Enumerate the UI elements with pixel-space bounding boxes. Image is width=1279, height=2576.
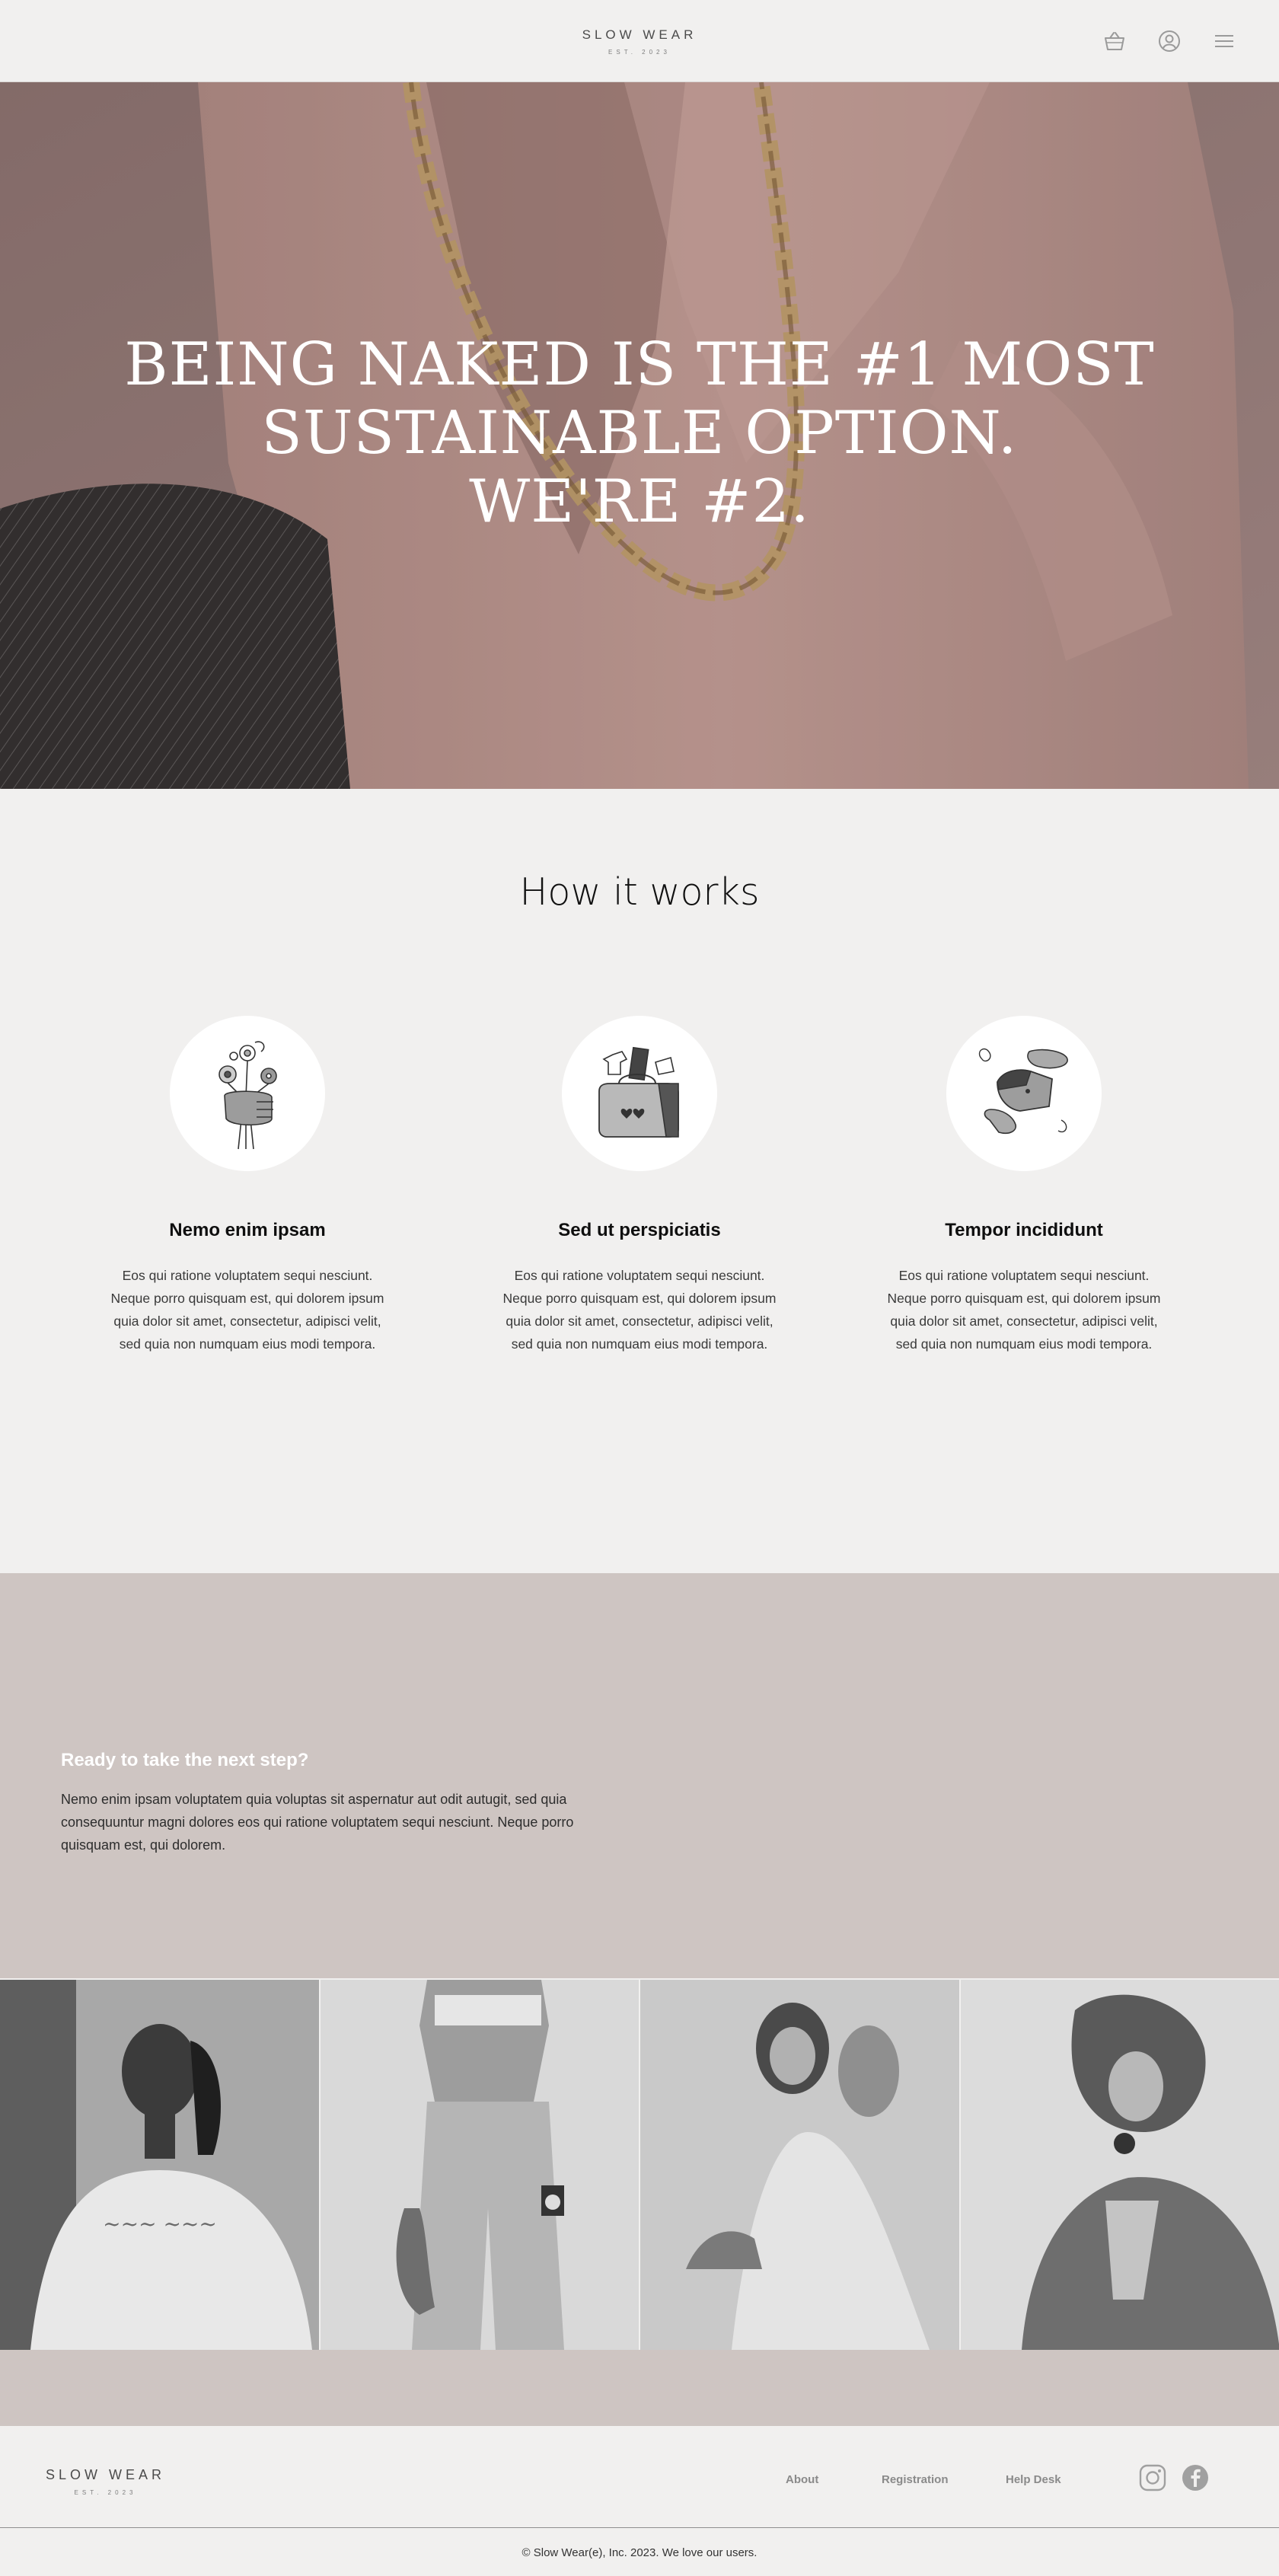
hero-line-3: WE'RE #2. — [469, 468, 810, 536]
step-icon-circle — [562, 1016, 717, 1171]
gallery-photo — [320, 1980, 639, 2350]
footer-link-about[interactable]: About — [786, 2473, 818, 2486]
site-footer: SLOW WEAR EST. 2023 About Registration H… — [0, 2426, 1279, 2576]
menu-icon[interactable] — [1212, 29, 1236, 53]
hero-headline: BEING NAKED IS THE #1 MOST SUSTAINABLE O… — [0, 330, 1279, 536]
photo-gallery: ~~~ ~~~ — [0, 1980, 1279, 2350]
step-icon-circle — [946, 1016, 1102, 1171]
step-icon-circle — [170, 1016, 325, 1171]
footer-brand-est: EST. 2023 — [74, 2489, 137, 2496]
hero-line-2: SUSTAINABLE OPTION. — [261, 399, 1018, 468]
gallery-footer-band — [0, 2350, 1279, 2426]
svg-text:~~~ ~~~: ~~~ ~~~ — [103, 2211, 217, 2236]
brand-name: SLOW WEAR — [582, 27, 697, 42]
step-card: Tempor incididunt Eos qui ratione volupt… — [864, 1016, 1184, 1355]
site-header: SLOW WEAR EST. 2023 — [0, 0, 1279, 82]
step-card: Nemo enim ipsam Eos qui ratione voluptat… — [88, 1016, 407, 1355]
step-card: Sed ut perspiciatis Eos qui ratione volu… — [480, 1016, 799, 1355]
step-title: Tempor incididunt — [945, 1220, 1103, 1240]
facebook-icon[interactable] — [1182, 2464, 1209, 2491]
gallery-photo — [640, 1980, 959, 2350]
gallery-photo — [960, 1980, 1279, 2350]
flower-bouquet-icon — [218, 1041, 277, 1150]
copyright-text: © Slow Wear(e), Inc. 2023. We love our u… — [521, 2546, 758, 2559]
footer-link-help-desk[interactable]: Help Desk — [1006, 2473, 1061, 2486]
step-title: Nemo enim ipsam — [169, 1220, 326, 1240]
clothes-bag-icon — [598, 1046, 679, 1138]
gallery-photo: ~~~ ~~~ — [0, 1980, 319, 2350]
user-icon[interactable] — [1157, 29, 1182, 53]
footer-divider — [0, 2527, 1279, 2528]
instagram-icon[interactable] — [1139, 2464, 1166, 2491]
how-it-works-title: How it works — [519, 870, 760, 914]
step-description: Eos qui ratione voluptatem sequi nesciun… — [110, 1268, 384, 1352]
cta-text: Nemo enim ipsam voluptatem quia voluptas… — [61, 1792, 574, 1853]
footer-brand-name: SLOW WEAR — [46, 2467, 166, 2482]
basket-icon[interactable] — [1102, 29, 1127, 53]
brand-est: EST. 2023 — [608, 49, 671, 56]
cta-title: Ready to take the next step? — [61, 1750, 309, 1770]
footer-link-registration[interactable]: Registration — [882, 2473, 949, 2486]
brand-logo[interactable]: SLOW WEAR EST. 2023 — [582, 27, 697, 56]
cta-section: Ready to take the next step? Nemo enim i… — [0, 1573, 1279, 1978]
hands-bag-icon — [978, 1048, 1068, 1135]
hero-banner: BEING NAKED IS THE #1 MOST SUSTAINABLE O… — [0, 82, 1279, 789]
step-description: Eos qui ratione voluptatem sequi nesciun… — [887, 1268, 1161, 1352]
hero-line-1: BEING NAKED IS THE #1 MOST — [124, 330, 1155, 399]
footer-logo[interactable]: SLOW WEAR EST. 2023 — [46, 2467, 165, 2496]
step-title: Sed ut perspiciatis — [558, 1220, 721, 1240]
step-description: Eos qui ratione voluptatem sequi nesciun… — [502, 1268, 777, 1352]
